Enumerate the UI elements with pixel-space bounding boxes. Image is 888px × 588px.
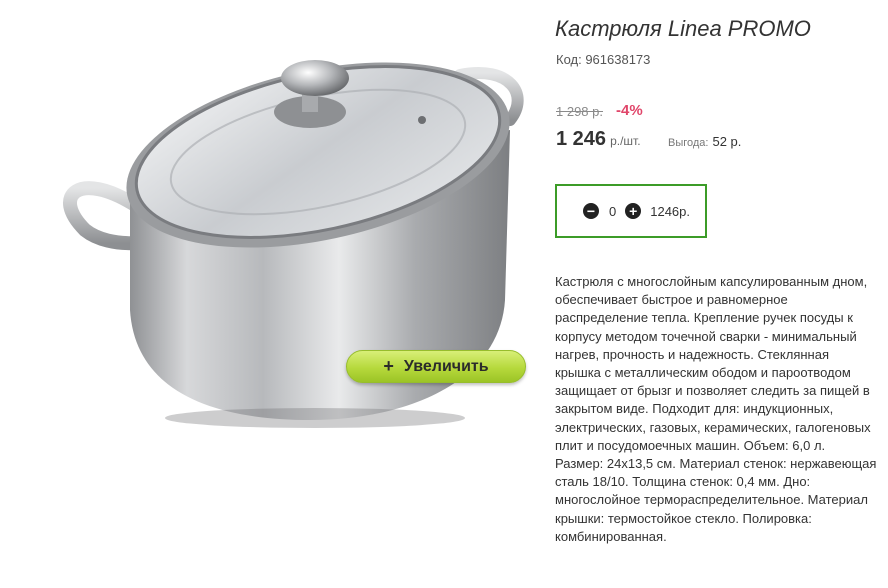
zoom-button-label: Увеличить (403, 357, 489, 375)
product-title: Кастрюля Linea PROMO (555, 16, 811, 41)
savings-value: 52 р. (712, 134, 742, 149)
quantity-value: 0 (609, 203, 617, 219)
price-unit: р./шт. (610, 134, 641, 148)
price-value: 1 246 (556, 128, 607, 150)
savings: Выгода: 52 р. (668, 134, 741, 149)
product-code: Код: 961638173 (556, 52, 651, 67)
price: 1 246 р./шт. (556, 128, 641, 151)
minus-icon[interactable]: − (583, 203, 599, 219)
cart-sum: 1246р. (650, 203, 690, 219)
discount-badge: -4% (616, 102, 643, 119)
old-price: 1 298 р. (556, 104, 603, 119)
plus-icon: + (383, 356, 394, 376)
cart-quantity-box: − 0 + 1246р. (555, 184, 707, 238)
zoom-button[interactable]: + Увеличить (346, 350, 526, 383)
plus-circle-icon[interactable]: + (625, 203, 642, 219)
product-image[interactable] (40, 20, 540, 560)
savings-label: Выгода: (668, 137, 709, 149)
product-description: Кастрюля с многослойным капсулированным … (555, 274, 877, 544)
